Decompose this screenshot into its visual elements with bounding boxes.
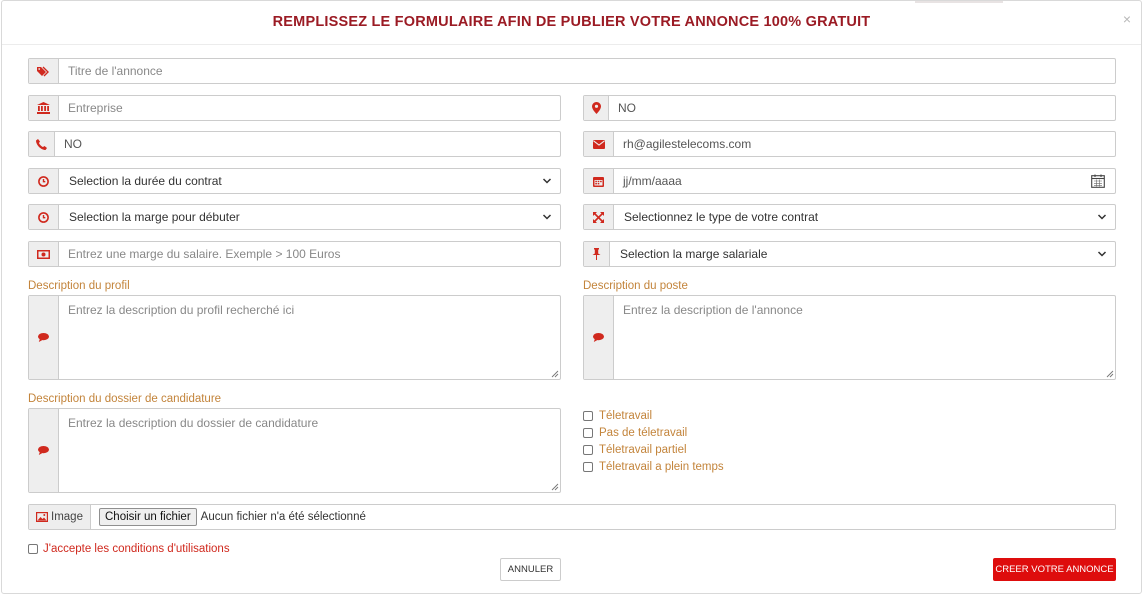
envelope-icon bbox=[584, 132, 614, 156]
email-input-group: rh@agilestelecoms.com bbox=[583, 131, 1116, 157]
salary-input-group: Entrez une marge du salaire. Exemple > 1… bbox=[28, 241, 561, 267]
resize-handle-icon[interactable] bbox=[1106, 370, 1114, 378]
tag-icon bbox=[29, 59, 59, 83]
checkbox-label: Téletravail bbox=[599, 410, 653, 422]
full-remote-work-option[interactable]: Téletravail a plein temps bbox=[583, 461, 724, 473]
position-description-label: Description du poste bbox=[583, 280, 688, 292]
location-input-group: NO bbox=[583, 95, 1116, 121]
position-description-textarea[interactable]: Entrez la description de l'annonce bbox=[614, 296, 1115, 379]
contract-type-group: Selectionnez le type de votre contrat bbox=[583, 204, 1116, 230]
chevron-down-icon bbox=[542, 214, 552, 220]
position-description-placeholder: Entrez la description de l'annonce bbox=[623, 303, 803, 317]
chevron-down-icon bbox=[1097, 251, 1107, 257]
profile-description-label: Description du profil bbox=[28, 280, 130, 292]
start-margin-group: Selection la marge pour débuter bbox=[28, 204, 561, 230]
phone-input[interactable]: NO bbox=[55, 132, 560, 156]
chevron-down-icon bbox=[1097, 214, 1107, 220]
remote-work-option[interactable]: Téletravail bbox=[583, 410, 652, 422]
create-ad-button[interactable]: CREER VOTRE ANNONCE bbox=[993, 558, 1116, 581]
modal-header: REMPLISSEZ LE FORMULAIRE AFIN DE PUBLIER… bbox=[2, 1, 1141, 45]
phone-icon bbox=[29, 132, 55, 156]
profile-description-group: Entrez la description du profil recherch… bbox=[28, 295, 561, 380]
chevron-down-icon bbox=[542, 178, 552, 184]
comment-icon bbox=[29, 409, 59, 492]
accept-terms-option[interactable]: J'accepte les conditions d'utilisations bbox=[28, 543, 230, 555]
money-icon bbox=[29, 242, 59, 266]
checkbox[interactable] bbox=[28, 544, 38, 554]
picture-icon bbox=[36, 512, 49, 522]
date-input[interactable]: jj/mm/aaaa bbox=[614, 169, 1115, 193]
checkbox[interactable] bbox=[583, 462, 593, 472]
salary-margin-group: Selection la marge salariale bbox=[583, 241, 1116, 267]
phone-input-group: NO bbox=[28, 131, 561, 157]
map-marker-icon bbox=[584, 96, 609, 120]
start-margin-select[interactable]: Selection la marge pour débuter bbox=[59, 205, 560, 229]
clock-icon bbox=[29, 205, 59, 229]
location-input[interactable]: NO bbox=[609, 96, 1115, 120]
image-upload-label: Image bbox=[51, 511, 83, 523]
salary-margin-select[interactable]: Selection la marge salariale bbox=[610, 242, 1115, 266]
modal-title: REMPLISSEZ LE FORMULAIRE AFIN DE PUBLIER… bbox=[272, 14, 871, 30]
calendar-icon bbox=[584, 169, 614, 193]
date-placeholder: jj/mm/aaaa bbox=[623, 174, 682, 188]
profile-description-textarea[interactable]: Entrez la description du profil recherch… bbox=[59, 296, 560, 379]
salary-margin-value: Selection la marge salariale bbox=[620, 247, 768, 261]
profile-description-placeholder: Entrez la description du profil recherch… bbox=[68, 303, 295, 317]
checkbox-label: Téletravail a plein temps bbox=[599, 461, 724, 473]
contract-duration-value: Selection la durée du contrat bbox=[69, 174, 222, 188]
bank-icon bbox=[29, 96, 59, 120]
image-upload-group: Image Choisir un fichier Aucun fichier n… bbox=[28, 504, 1116, 530]
checkbox[interactable] bbox=[583, 445, 593, 455]
choose-file-button[interactable]: Choisir un fichier bbox=[99, 508, 197, 526]
application-description-textarea[interactable]: Entrez la description du dossier de cand… bbox=[59, 409, 560, 492]
resize-handle-icon[interactable] bbox=[551, 483, 559, 491]
company-input[interactable]: Entreprise bbox=[59, 96, 560, 120]
contract-type-select[interactable]: Selectionnez le type de votre contrat bbox=[614, 205, 1115, 229]
no-remote-work-option[interactable]: Pas de téletravail bbox=[583, 427, 687, 439]
cancel-button[interactable]: ANNULER bbox=[500, 558, 561, 581]
start-margin-value: Selection la marge pour débuter bbox=[69, 210, 240, 224]
checkbox[interactable] bbox=[583, 428, 593, 438]
file-status: Aucun fichier n'a été sélectionné bbox=[200, 511, 366, 523]
image-upload-addon: Image bbox=[29, 505, 91, 529]
comment-icon bbox=[584, 296, 614, 379]
salary-input[interactable]: Entrez une marge du salaire. Exemple > 1… bbox=[59, 242, 560, 266]
comment-icon bbox=[29, 296, 59, 379]
company-input-group: Entreprise bbox=[28, 95, 561, 121]
contract-duration-group: Selection la durée du contrat bbox=[28, 168, 561, 194]
contract-type-value: Selectionnez le type de votre contrat bbox=[624, 210, 819, 224]
email-input[interactable]: rh@agilestelecoms.com bbox=[614, 132, 1115, 156]
title-input-group: Titre de l'annonce bbox=[28, 58, 1116, 84]
pushpin-icon bbox=[584, 242, 610, 266]
position-description-group: Entrez la description de l'annonce bbox=[583, 295, 1116, 380]
date-input-group: jj/mm/aaaa bbox=[583, 168, 1116, 194]
calendar-picker-icon[interactable] bbox=[1091, 174, 1105, 188]
clock-icon bbox=[29, 169, 59, 193]
resize-handle-icon[interactable] bbox=[551, 370, 559, 378]
contract-duration-select[interactable]: Selection la durée du contrat bbox=[59, 169, 560, 193]
checkbox-label: Pas de téletravail bbox=[599, 427, 688, 439]
checkbox-label: Téletravail partiel bbox=[599, 444, 687, 456]
checkbox[interactable] bbox=[583, 411, 593, 421]
accept-terms-label: J'accepte les conditions d'utilisations bbox=[43, 543, 230, 555]
expand-icon bbox=[584, 205, 614, 229]
application-description-label: Description du dossier de candidature bbox=[28, 393, 222, 405]
partial-remote-work-option[interactable]: Téletravail partiel bbox=[583, 444, 687, 456]
title-input[interactable]: Titre de l'annonce bbox=[59, 59, 1115, 83]
close-icon[interactable]: × bbox=[1123, 11, 1131, 27]
application-description-placeholder: Entrez la description du dossier de cand… bbox=[68, 416, 319, 430]
application-description-group: Entrez la description du dossier de cand… bbox=[28, 408, 561, 493]
